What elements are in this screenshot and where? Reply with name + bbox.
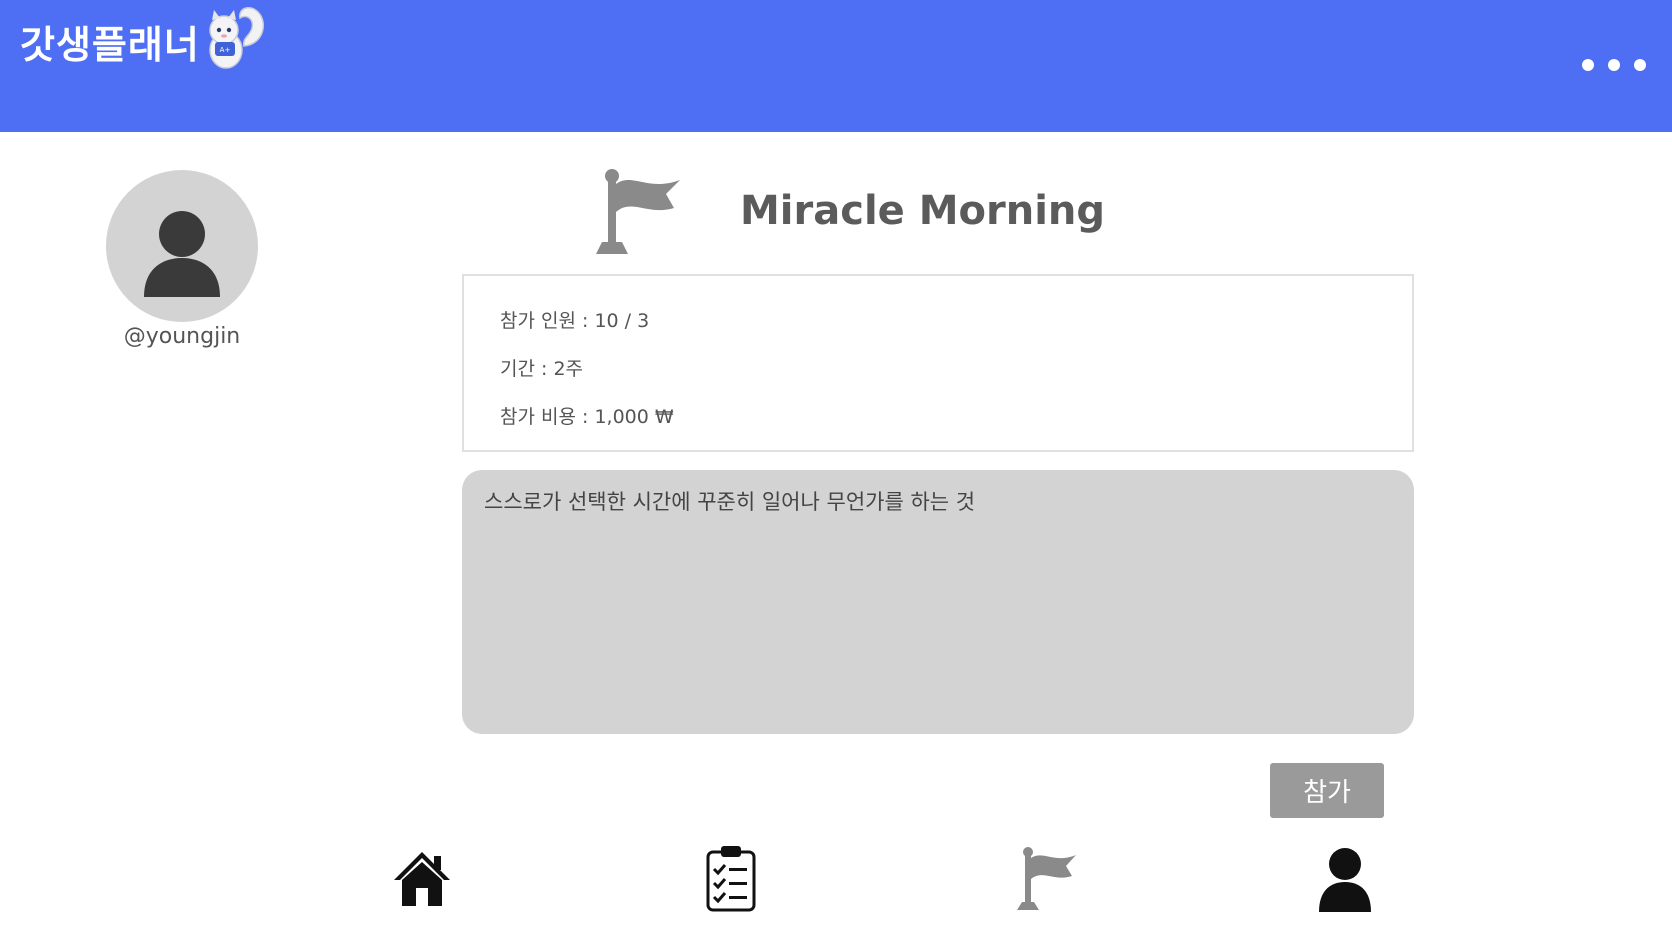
home-icon bbox=[394, 852, 450, 906]
clipboard-checklist-icon bbox=[706, 846, 756, 912]
challenge-info-panel: 참가 인원 : 10 / 3 기간 : 2주 참가 비용 : 1,000 ₩ bbox=[462, 274, 1414, 452]
flag-icon bbox=[1017, 847, 1076, 910]
user-avatar-icon bbox=[144, 211, 220, 297]
profile-avatar[interactable] bbox=[106, 170, 258, 322]
user-icon bbox=[1319, 848, 1371, 912]
squirrel-mascot-icon: A+ bbox=[209, 7, 264, 69]
fee-text: 참가 비용 : 1,000 ₩ bbox=[500, 406, 674, 428]
svg-text:A+: A+ bbox=[220, 46, 231, 54]
app-header: 갓생플래너 A+ bbox=[0, 0, 1672, 132]
nav-home[interactable] bbox=[390, 842, 454, 914]
app-title: 갓생플래너 bbox=[20, 23, 200, 67]
nav-checklist[interactable] bbox=[699, 842, 763, 914]
flag-icon bbox=[596, 169, 680, 254]
nav-profile[interactable] bbox=[1313, 842, 1377, 914]
challenge-description-box: 스스로가 선택한 시간에 꾸준히 일어나 무언가를 하는 것 bbox=[462, 470, 1414, 734]
more-horizontal-icon bbox=[1582, 59, 1594, 71]
username-label: @youngjin bbox=[123, 324, 241, 349]
join-button[interactable]: 참가 bbox=[1270, 763, 1384, 818]
challenge-description: 스스로가 선택한 시간에 꾸준히 일어나 무언가를 하는 것 bbox=[484, 490, 976, 514]
period-text: 기간 : 2주 bbox=[500, 358, 584, 380]
more-menu-button[interactable] bbox=[1582, 52, 1646, 78]
participants-text: 참가 인원 : 10 / 3 bbox=[500, 310, 650, 332]
nav-challenge[interactable] bbox=[1014, 842, 1078, 914]
challenge-title: Miracle Morning bbox=[740, 188, 1106, 234]
